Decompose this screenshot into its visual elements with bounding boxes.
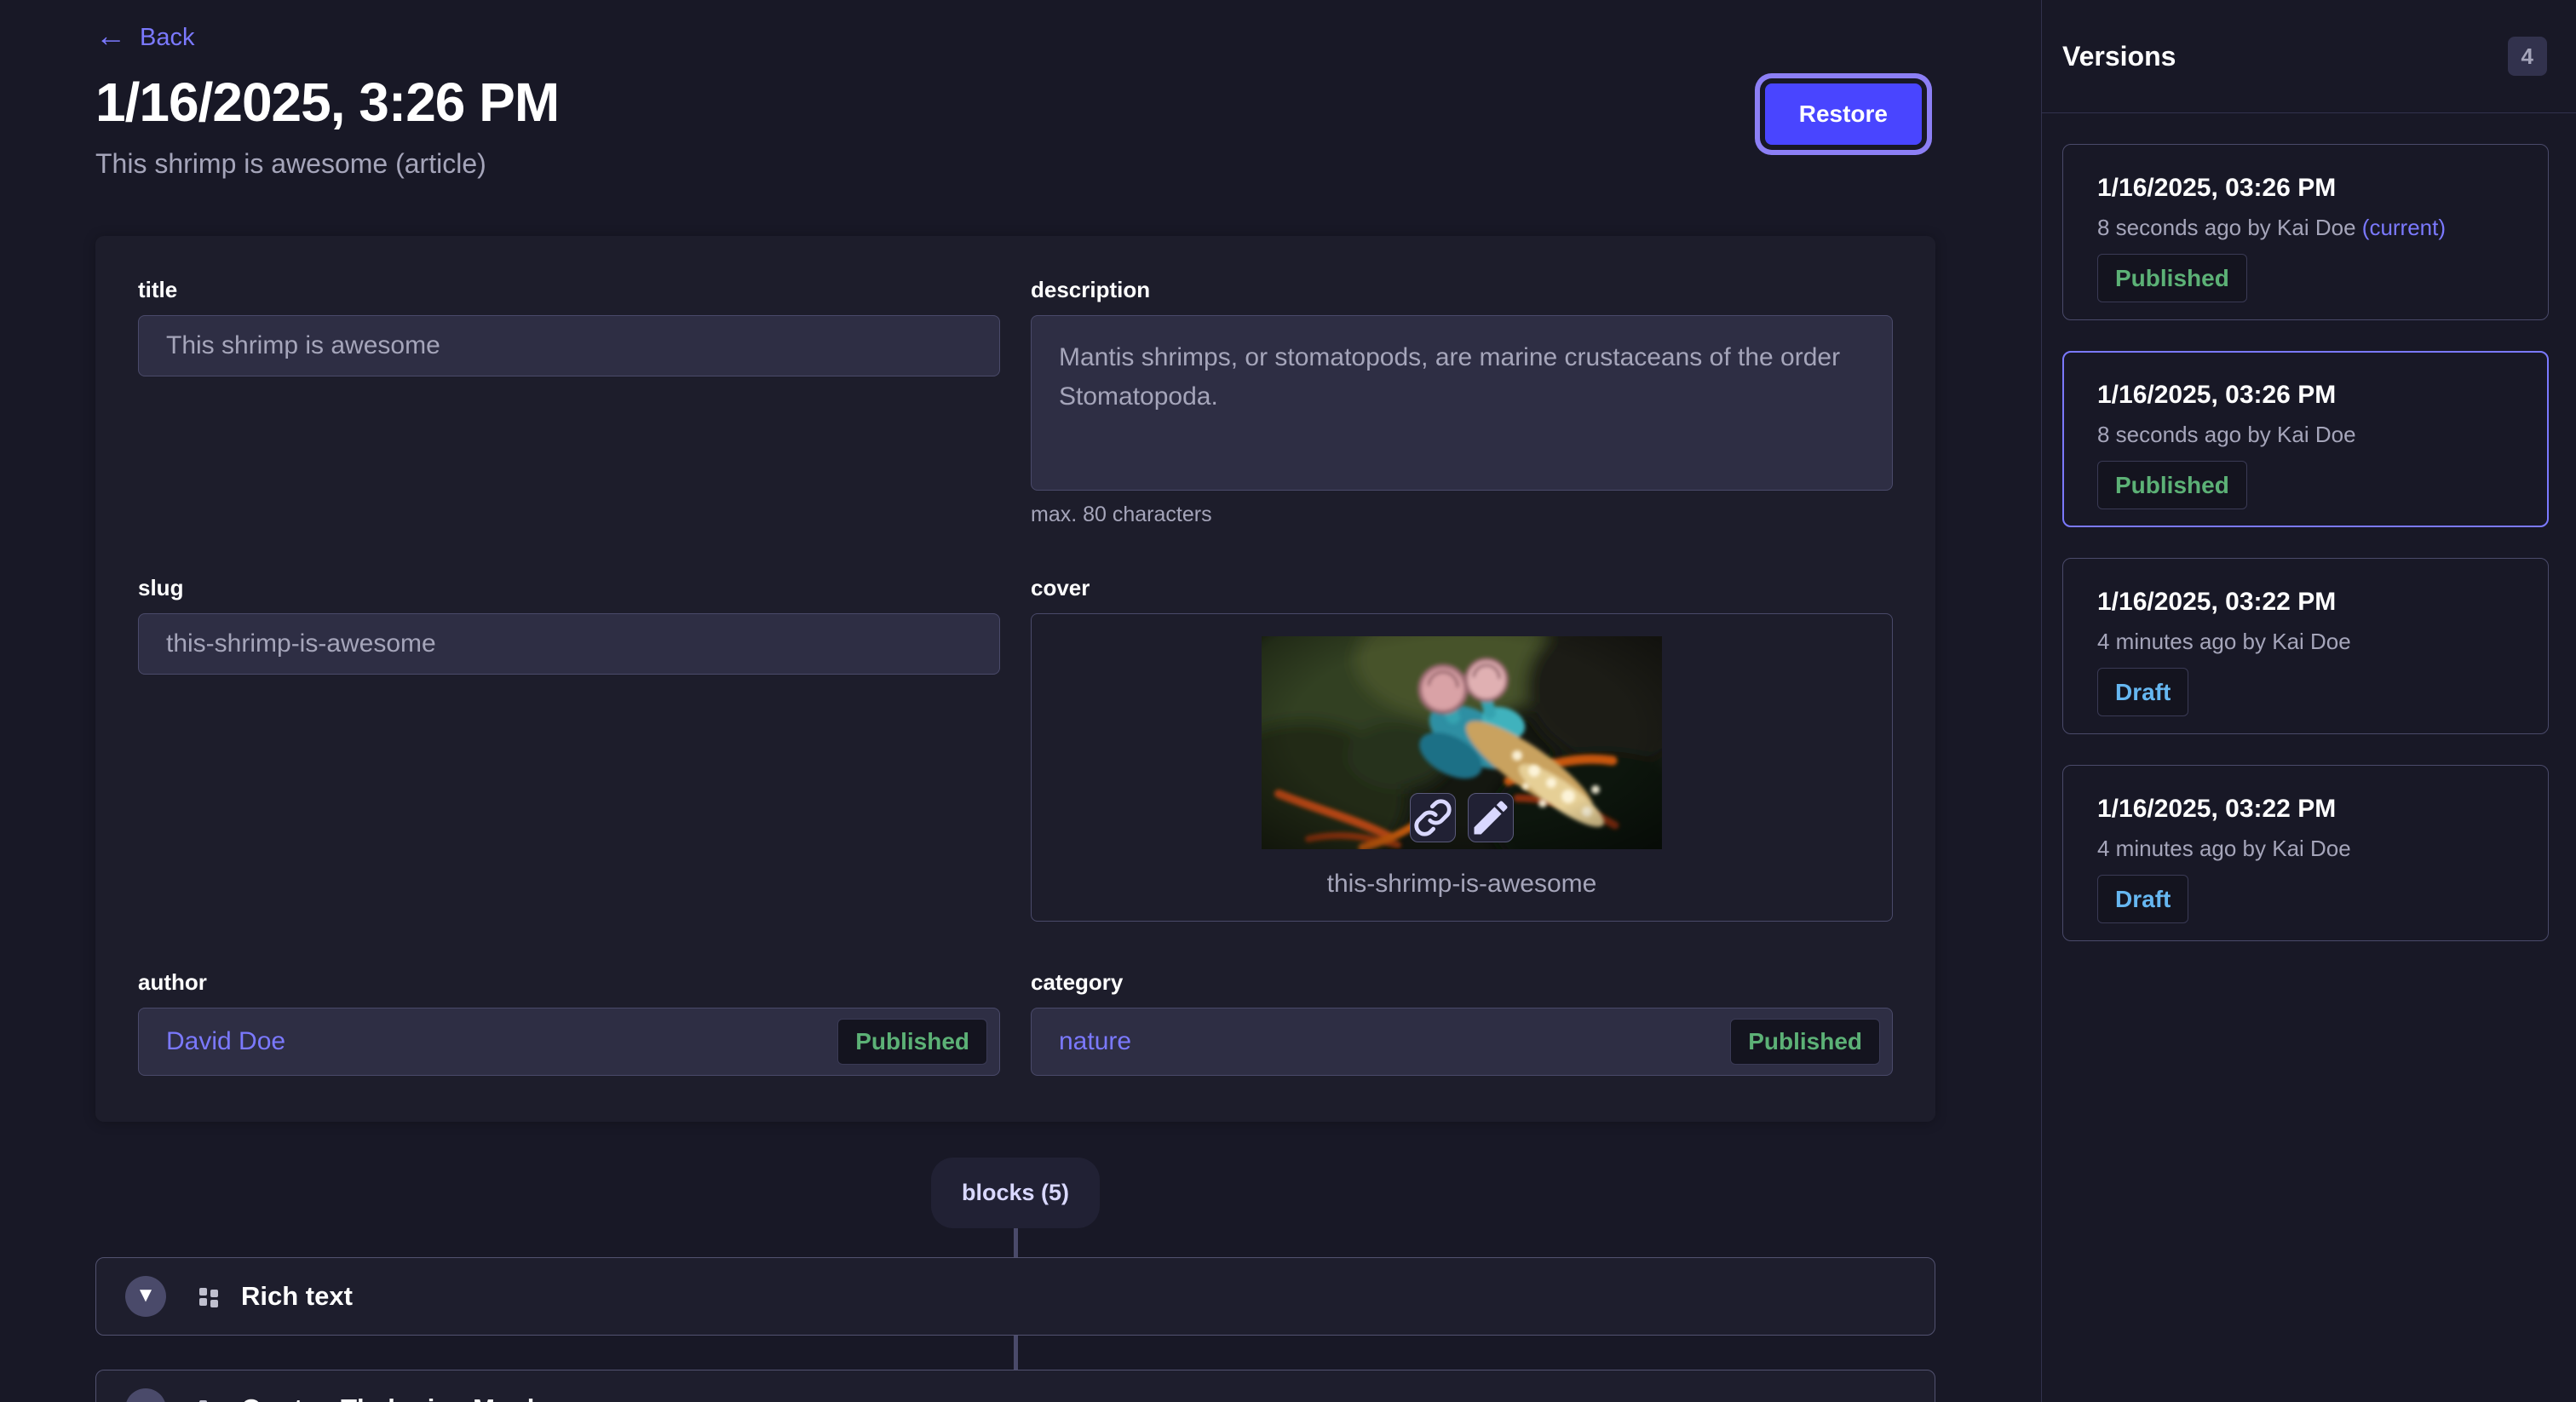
blocks-pill-row: blocks (5): [95, 1122, 1935, 1228]
restore-button[interactable]: Restore: [1765, 83, 1922, 145]
description-value: Mantis shrimps, or stomatopods, are mari…: [1059, 338, 1865, 417]
versions-count-badge: 4: [2508, 37, 2547, 76]
description-textarea[interactable]: Mantis shrimps, or stomatopods, are mari…: [1031, 315, 1893, 491]
version-date: 1/16/2025, 03:26 PM: [2097, 381, 2514, 410]
back-link[interactable]: ← Back: [95, 22, 194, 53]
field-category: category nature Published: [1031, 969, 1893, 1076]
version-date: 1/16/2025, 03:22 PM: [2097, 795, 2514, 824]
version-card[interactable]: 1/16/2025, 03:22 PM 4 minutes ago by Kai…: [2062, 765, 2549, 941]
cover-carousel: this-shrimp-is-awesome: [1031, 613, 1893, 922]
version-status-badge: Draft: [2097, 668, 2188, 716]
fields-grid: title This shrimp is awesome description…: [138, 277, 1893, 1076]
block-title: Rich text: [241, 1281, 353, 1312]
cover-caption: this-shrimp-is-awesome: [1327, 870, 1597, 899]
versions-sidebar: Versions 4 1/16/2025, 03:26 PM 8 seconds…: [2041, 0, 2576, 1402]
expand-block-button[interactable]: ▼: [125, 1388, 166, 1402]
version-status-badge: Published: [2097, 461, 2247, 509]
title-label: title: [138, 277, 1000, 303]
versions-header: Versions 4: [2042, 0, 2576, 113]
version-meta: 4 minutes ago by Kai Doe: [2097, 836, 2514, 862]
version-meta: 8 seconds ago by Kai Doe (current): [2097, 215, 2514, 241]
version-meta-text: 4 minutes ago by Kai Doe: [2097, 629, 2351, 654]
page-header-titles: 1/16/2025, 3:26 PM This shrimp is awesom…: [95, 72, 559, 180]
cover-actions: [1410, 793, 1514, 842]
history-page: ← Back 1/16/2025, 3:26 PM This shrimp is…: [0, 0, 2576, 1402]
drag-grid-icon: [197, 1397, 221, 1402]
version-meta: 8 seconds ago by Kai Doe: [2097, 422, 2514, 448]
version-status-badge: Draft: [2097, 875, 2188, 923]
version-meta-text: 8 seconds ago by Kai Doe: [2097, 215, 2356, 240]
version-meta-text: 4 minutes ago by Kai Doe: [2097, 836, 2351, 861]
title-value: This shrimp is awesome: [166, 331, 440, 360]
version-status-badge: Published: [2097, 254, 2247, 302]
blocks-connector: [1014, 1336, 1018, 1370]
block-title: Quote - Thelonius Monk: [241, 1393, 542, 1402]
category-label: category: [1031, 969, 1893, 996]
block-accordion-rich-text[interactable]: ▼ Rich text: [95, 1257, 1935, 1336]
page-header: 1/16/2025, 3:26 PM This shrimp is awesom…: [95, 72, 1935, 180]
author-link[interactable]: David Doe: [166, 1027, 285, 1056]
edit-button[interactable]: [1468, 793, 1514, 842]
title-input[interactable]: This shrimp is awesome: [138, 315, 1000, 376]
version-current-label: (current): [2362, 215, 2446, 240]
block-accordion-quote[interactable]: ▼ Quote - Thelonius Monk: [95, 1370, 1935, 1402]
version-meta-text: 8 seconds ago by Kai Doe: [2097, 422, 2356, 447]
versions-list: 1/16/2025, 03:26 PM 8 seconds ago by Kai…: [2042, 113, 2576, 992]
version-card-selected[interactable]: 1/16/2025, 03:26 PM 8 seconds ago by Kai…: [2062, 351, 2549, 527]
version-date: 1/16/2025, 03:26 PM: [2097, 174, 2514, 203]
slug-input[interactable]: this-shrimp-is-awesome: [138, 613, 1000, 675]
description-label: description: [1031, 277, 1893, 303]
fields-card: title This shrimp is awesome description…: [95, 236, 1935, 1122]
version-card[interactable]: 1/16/2025, 03:22 PM 4 minutes ago by Kai…: [2062, 558, 2549, 734]
back-label: Back: [140, 24, 194, 52]
drag-grid-icon: [197, 1284, 221, 1308]
copy-link-button[interactable]: [1410, 793, 1456, 842]
blocks-pill: blocks (5): [931, 1158, 1100, 1228]
version-date: 1/16/2025, 03:22 PM: [2097, 588, 2514, 617]
field-title: title This shrimp is awesome: [138, 277, 1000, 376]
pencil-icon: [1469, 794, 1513, 842]
author-label: author: [138, 969, 1000, 996]
version-meta: 4 minutes ago by Kai Doe: [2097, 629, 2514, 655]
field-cover: cover: [1031, 575, 1893, 922]
slug-value: this-shrimp-is-awesome: [166, 629, 436, 658]
field-author: author David Doe Published: [138, 969, 1000, 1076]
blocks-connector: [1014, 1228, 1018, 1257]
cover-media: [1262, 636, 1662, 849]
link-icon: [1411, 794, 1455, 842]
chevron-down-icon: ▼: [135, 1285, 156, 1306]
author-relation: David Doe Published: [138, 1008, 1000, 1076]
description-hint: max. 80 characters: [1031, 503, 1893, 527]
slug-label: slug: [138, 575, 1000, 601]
cover-label: cover: [1031, 575, 1893, 601]
page-title: 1/16/2025, 3:26 PM: [95, 72, 559, 135]
chevron-down-icon: ▼: [135, 1398, 156, 1402]
main-panel: ← Back 1/16/2025, 3:26 PM This shrimp is…: [0, 0, 2041, 1402]
category-relation: nature Published: [1031, 1008, 1893, 1076]
category-status-badge: Published: [1730, 1019, 1880, 1065]
author-status-badge: Published: [837, 1019, 987, 1065]
field-slug: slug this-shrimp-is-awesome: [138, 575, 1000, 675]
category-link[interactable]: nature: [1059, 1027, 1131, 1056]
field-description: description Mantis shrimps, or stomatopo…: [1031, 277, 1893, 527]
page-subtitle: This shrimp is awesome (article): [95, 148, 559, 180]
arrow-left-icon: ←: [95, 20, 126, 51]
versions-title: Versions: [2062, 41, 2176, 72]
version-card[interactable]: 1/16/2025, 03:26 PM 8 seconds ago by Kai…: [2062, 144, 2549, 320]
expand-block-button[interactable]: ▼: [125, 1276, 166, 1317]
